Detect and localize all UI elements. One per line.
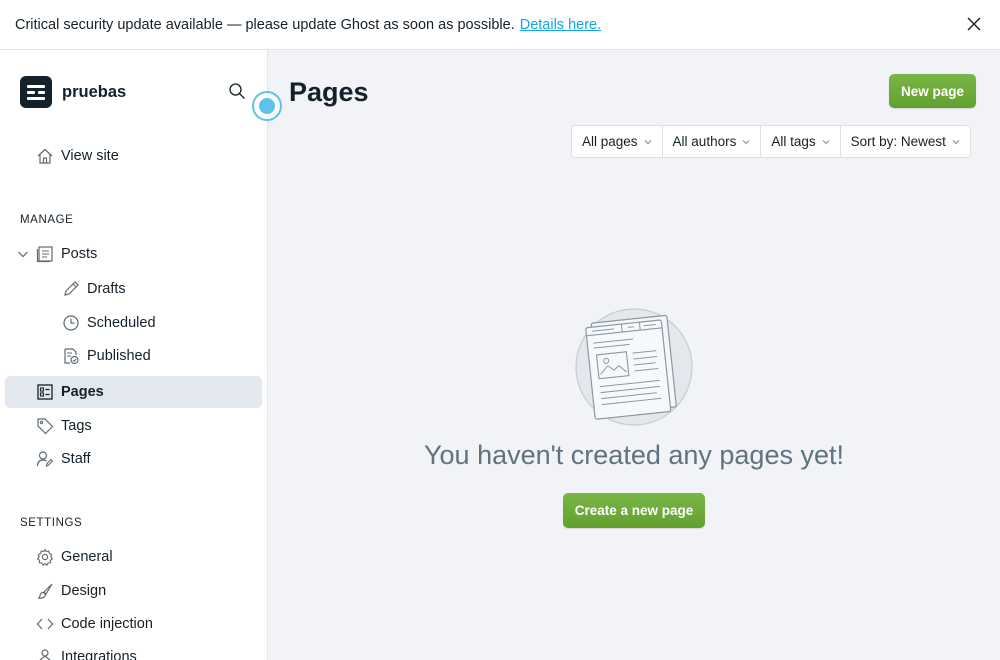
chevron-down-icon — [742, 139, 750, 144]
nav-drafts[interactable]: Drafts — [5, 273, 262, 305]
nav-pages-label: Pages — [61, 384, 104, 400]
nav-code-injection-label: Code injection — [61, 616, 153, 632]
page-title: Pages — [289, 77, 369, 107]
nav-scheduled-label: Scheduled — [87, 315, 156, 331]
pages-icon — [37, 384, 53, 400]
tag-icon — [37, 418, 54, 435]
settings-section-title: SETTINGS — [20, 517, 83, 529]
nav-tags[interactable]: Tags — [5, 410, 262, 442]
nav-scheduled[interactable]: Scheduled — [5, 307, 262, 339]
staff-icon — [36, 451, 54, 467]
clock-icon — [63, 315, 79, 331]
banner-details-link[interactable]: Details here. — [520, 17, 601, 33]
filter-pages-select[interactable]: All pages — [572, 126, 663, 157]
nav-design[interactable]: Design — [5, 575, 262, 607]
filter-authors-label: All authors — [672, 134, 737, 149]
nav-drafts-label: Drafts — [87, 281, 126, 297]
nav-posts[interactable]: Posts — [5, 238, 262, 270]
update-banner: Critical security update available — ple… — [0, 0, 1000, 50]
empty-pages-illustration — [575, 308, 693, 426]
nav-tags-label: Tags — [61, 418, 92, 434]
code-icon — [36, 618, 54, 630]
nav-code-injection[interactable]: Code injection — [5, 608, 262, 640]
integrations-icon — [39, 649, 51, 660]
published-icon — [64, 348, 79, 365]
pencil-icon — [64, 281, 79, 296]
brush-icon — [37, 583, 53, 599]
filter-bar: All pages All authors All tags Sort by: … — [571, 125, 971, 158]
create-new-page-button[interactable]: Create a new page — [563, 493, 705, 528]
filter-pages-label: All pages — [582, 134, 638, 149]
nav-design-label: Design — [61, 583, 107, 599]
chevron-down-icon — [644, 139, 651, 144]
nav-view-site-label: View site — [61, 148, 119, 164]
search-icon[interactable] — [228, 82, 246, 100]
nav-published-label: Published — [87, 348, 151, 364]
banner-message: Critical security update available — ple… — [15, 16, 515, 33]
gear-icon — [36, 548, 54, 566]
cursor-indicator — [252, 91, 282, 121]
close-icon[interactable] — [966, 16, 982, 32]
filter-authors-select[interactable]: All authors — [663, 126, 762, 157]
posts-icon — [36, 246, 53, 263]
new-page-button[interactable]: New page — [889, 74, 976, 108]
nav-staff-label: Staff — [61, 451, 91, 467]
sort-select[interactable]: Sort by: Newest — [841, 126, 970, 157]
filter-tags-label: All tags — [771, 134, 816, 149]
main-content: Pages New page All pages All authors All… — [268, 50, 1000, 660]
chevron-down-icon — [822, 139, 829, 144]
brand[interactable]: pruebas — [20, 76, 126, 108]
nav-integrations[interactable]: Integrations — [5, 641, 262, 660]
filter-tags-select[interactable]: All tags — [761, 126, 841, 157]
empty-state-message: You haven't created any pages yet! — [424, 440, 844, 470]
nav-integrations-label: Integrations — [61, 649, 137, 660]
nav-posts-label: Posts — [61, 246, 98, 262]
nav-general[interactable]: General — [5, 541, 262, 573]
manage-section-title: MANAGE — [20, 214, 74, 226]
home-icon — [37, 148, 53, 164]
site-logo — [20, 76, 52, 108]
chevron-down-icon — [952, 139, 960, 144]
nav-pages[interactable]: Pages — [5, 376, 262, 408]
sort-label: Sort by: Newest — [850, 134, 946, 149]
nav-general-label: General — [61, 549, 113, 565]
site-name: pruebas — [62, 82, 127, 101]
nav-view-site[interactable]: View site — [5, 140, 262, 172]
sidebar: pruebas View site MANAGE Posts Drafts Sc… — [0, 50, 268, 660]
nav-staff[interactable]: Staff — [5, 443, 262, 475]
chevron-down-icon[interactable] — [17, 248, 29, 260]
nav-published[interactable]: Published — [5, 340, 262, 372]
